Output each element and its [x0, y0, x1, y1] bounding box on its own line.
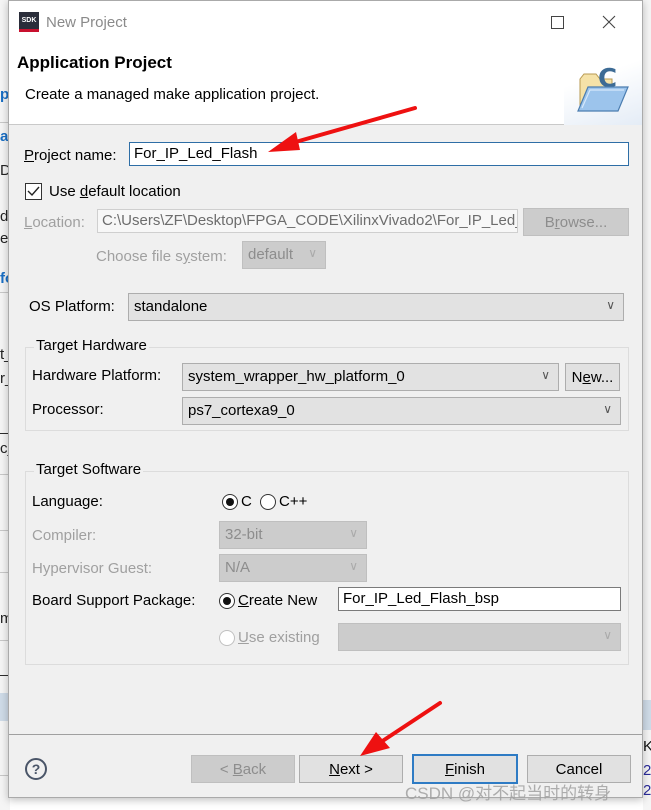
- bg-text: 2: [643, 782, 651, 799]
- language-cpp-label[interactable]: C++: [279, 493, 307, 510]
- hypervisor-guest-dropdown[interactable]: N/A ∨: [219, 554, 367, 582]
- screen: p a De d e fo t_ r_ _0 c_ m _ K 2 2 SDK …: [0, 0, 651, 810]
- language-label: Language:: [32, 493, 103, 510]
- new-project-dialog: SDK New Project Application Project Crea…: [8, 0, 643, 798]
- bg-selection: [643, 700, 651, 730]
- use-default-location-label[interactable]: Use default location: [49, 183, 181, 200]
- c-project-folder-icon: C: [577, 64, 629, 112]
- project-name-label: Project name:: [24, 147, 117, 164]
- chevron-down-icon: ∨: [603, 628, 612, 642]
- maximize-button[interactable]: [534, 1, 580, 43]
- new-hardware-platform-button[interactable]: Ne w...: [565, 363, 620, 391]
- hypervisor-guest-label: Hypervisor Guest:: [32, 560, 153, 577]
- browse-button[interactable]: Br owse...: [523, 208, 629, 236]
- bsp-create-new-label[interactable]: Create New: [238, 592, 317, 609]
- window-title: New Project: [46, 13, 127, 31]
- page-title: Application Project: [17, 53, 172, 72]
- bsp-create-new-radio[interactable]: [219, 593, 235, 609]
- language-cpp-radio[interactable]: [260, 494, 276, 510]
- os-platform-label: OS Platform:: [29, 298, 115, 315]
- close-icon: [602, 15, 616, 29]
- background-ide-right: K 2 2: [643, 0, 651, 810]
- compiler-label: Compiler:: [32, 527, 97, 544]
- file-system-label: Choose file system:: [96, 248, 227, 265]
- close-button[interactable]: [586, 1, 632, 43]
- chevron-down-icon: ∨: [308, 246, 317, 260]
- chevron-down-icon: ∨: [541, 368, 550, 382]
- maximize-icon: [550, 15, 564, 29]
- wizard-header: Application Project Create a managed mak…: [9, 43, 642, 125]
- back-button[interactable]: < Back: [191, 755, 295, 783]
- help-icon[interactable]: ?: [25, 758, 47, 780]
- hardware-platform-label: Hardware Platform:: [32, 367, 162, 384]
- processor-label: Processor:: [32, 401, 104, 418]
- bsp-existing-dropdown[interactable]: ∨: [338, 623, 621, 651]
- hardware-platform-dropdown[interactable]: system_wrapper_hw_platform_0 ∨: [182, 363, 559, 391]
- chevron-down-icon: ∨: [606, 298, 615, 312]
- csdn-watermark: CSDN @对不起当时的转身: [405, 784, 612, 803]
- checkmark-icon: [27, 186, 40, 197]
- processor-dropdown[interactable]: ps7_cortexa9_0 ∨: [182, 397, 621, 425]
- bsp-name-input[interactable]: For_IP_Led_Flash_bsp: [338, 587, 621, 611]
- bg-text: 2: [643, 762, 651, 779]
- page-description: Create a managed make application projec…: [25, 86, 320, 103]
- chevron-down-icon: ∨: [603, 402, 612, 416]
- chevron-down-icon: ∨: [349, 526, 358, 540]
- bsp-label: Board Support Package:: [32, 592, 196, 609]
- target-hardware-title: Target Hardware: [34, 337, 149, 354]
- use-default-location-checkbox[interactable]: [25, 183, 42, 200]
- compiler-dropdown[interactable]: 32-bit ∨: [219, 521, 367, 549]
- os-platform-dropdown[interactable]: standalone ∨: [128, 293, 624, 321]
- location-input[interactable]: C:\Users\ZF\Desktop\FPGA_CODE\XilinxViva…: [97, 209, 518, 233]
- title-bar[interactable]: SDK New Project: [9, 1, 642, 43]
- bsp-use-existing-radio[interactable]: [219, 630, 235, 646]
- file-system-dropdown[interactable]: default ∨: [242, 241, 326, 269]
- target-software-title: Target Software: [34, 461, 144, 478]
- footer-divider: [9, 734, 642, 735]
- language-c-label[interactable]: C: [241, 493, 252, 510]
- bg-text: K: [643, 738, 651, 755]
- location-label: Location:: [24, 214, 85, 231]
- project-name-input[interactable]: For_IP_Led_Flash: [129, 142, 629, 166]
- chevron-down-icon: ∨: [349, 559, 358, 573]
- language-c-radio[interactable]: [222, 494, 238, 510]
- bsp-use-existing-label[interactable]: Use existing: [238, 629, 320, 646]
- next-button[interactable]: Next >: [299, 755, 403, 783]
- sdk-logo-icon: SDK: [19, 12, 39, 32]
